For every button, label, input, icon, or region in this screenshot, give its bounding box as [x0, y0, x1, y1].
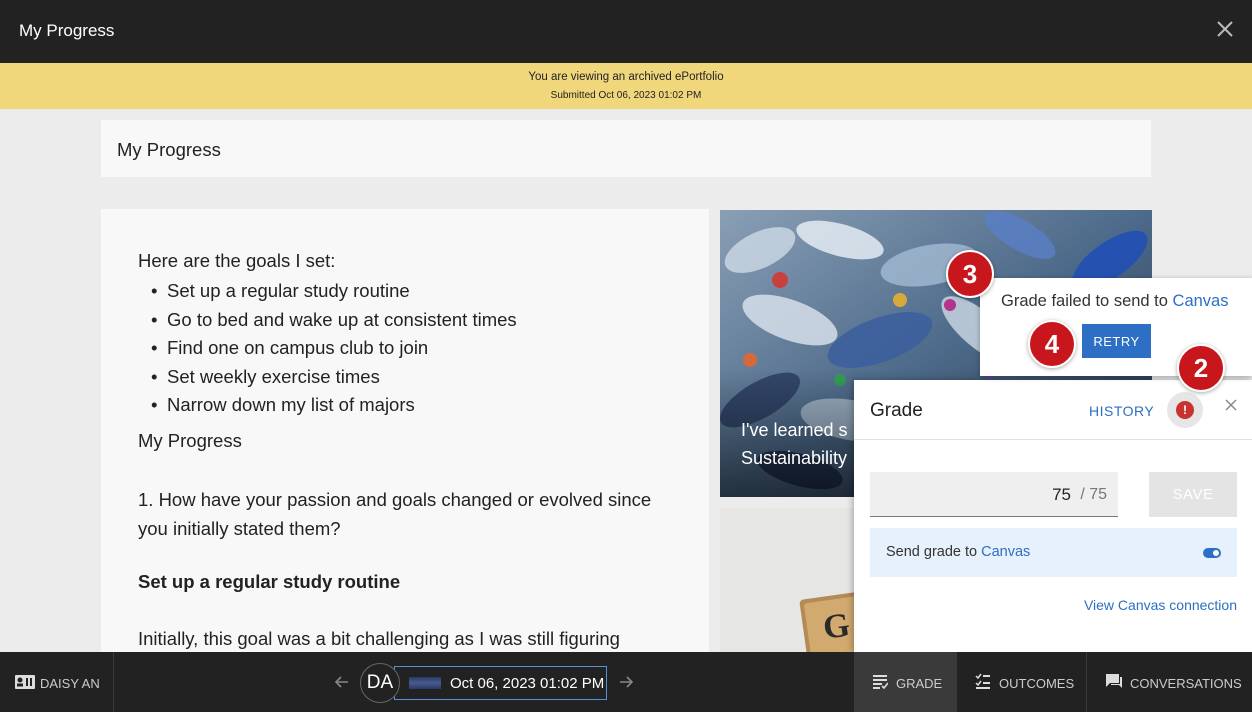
svg-text:G: G	[821, 607, 852, 647]
goal-paragraph: Initially, this goal was a bit challengi…	[138, 628, 620, 649]
caption-line: I've learned s	[741, 420, 848, 440]
page-title: My Progress	[117, 139, 221, 160]
chat-bubble-icon	[1106, 674, 1122, 688]
section-subheading: My Progress	[138, 430, 242, 451]
outcomes-checklist-icon	[975, 673, 990, 689]
tab-conversations[interactable]: CONVERSATIONS	[1088, 652, 1252, 712]
score-value: 75	[1052, 485, 1071, 504]
bottom-bar: DAISY AN Oct 06, 2023 01:02 PM DA GRADE …	[0, 652, 1252, 712]
avatar: DA	[360, 663, 400, 703]
list-item: Go to bed and wake up at consistent time…	[151, 306, 517, 335]
grade-error-button[interactable]: !	[1167, 392, 1203, 428]
list-item: Find one on campus club to join	[151, 334, 517, 363]
reflection-question: 1. How have your passion and goals chang…	[138, 489, 652, 539]
max-score: / 75	[1080, 486, 1107, 503]
page-header: My Progress	[101, 120, 1151, 177]
goal-heading: Set up a regular study routine	[138, 571, 401, 592]
tab-label: OUTCOMES	[999, 676, 1075, 691]
error-message: Grade failed to send to Canvas	[1001, 292, 1228, 311]
callout-badge-4: 4	[1028, 320, 1076, 368]
student-card-icon	[15, 675, 35, 689]
window-title: My Progress	[19, 21, 115, 40]
close-icon[interactable]	[1223, 397, 1239, 413]
submission-date: Oct 06, 2023 01:02 PM	[450, 675, 605, 692]
list-item: Narrow down my list of majors	[151, 391, 517, 420]
send-grade-text: Send grade to	[886, 544, 982, 560]
callout-badge-2: 2	[1177, 344, 1225, 392]
divider	[854, 439, 1252, 440]
grade-list-icon	[873, 675, 888, 689]
canvas-link[interactable]: Canvas	[1173, 292, 1229, 310]
view-canvas-connection-link[interactable]: View Canvas connection	[1084, 597, 1237, 613]
send-grade-toggle[interactable]	[1203, 548, 1221, 558]
caption-line: Sustainability	[741, 448, 848, 468]
canvas-link[interactable]: Canvas	[981, 544, 1030, 560]
goals-list: Set up a regular study routine Go to bed…	[151, 277, 517, 420]
save-button[interactable]: SAVE	[1149, 472, 1237, 517]
close-icon[interactable]	[1214, 18, 1236, 40]
tab-label: CONVERSATIONS	[1130, 676, 1242, 691]
callout-badge-3: 3	[946, 250, 994, 298]
tab-grade[interactable]: GRADE	[854, 652, 957, 712]
retry-button[interactable]: RETRY	[1082, 324, 1151, 358]
goals-intro: Here are the goals I set:	[138, 250, 336, 271]
arrow-left-icon[interactable]	[333, 673, 351, 691]
history-link[interactable]: HISTORY	[1089, 403, 1154, 419]
image-caption: I've learned s Sustainability	[741, 416, 848, 472]
archive-notice: You are viewing an archived ePortfolio	[528, 71, 724, 83]
student-selector[interactable]: DAISY AN	[0, 652, 114, 712]
list-item: Set up a regular study routine	[151, 277, 517, 306]
submission-date-selector[interactable]: Oct 06, 2023 01:02 PM	[394, 666, 607, 700]
grade-panel-title: Grade	[870, 400, 923, 421]
tab-label: GRADE	[896, 676, 943, 691]
submitted-date: Submitted Oct 06, 2023 01:02 PM	[550, 90, 702, 101]
error-icon: !	[1176, 401, 1194, 419]
archive-banner: You are viewing an archived ePortfolio S…	[0, 63, 1252, 109]
score-input[interactable]: 75 / 75	[870, 472, 1118, 517]
error-text: Grade failed to send to	[1001, 292, 1173, 310]
arrow-right-icon[interactable]	[617, 673, 635, 691]
top-bar: My Progress	[0, 0, 1252, 63]
text-card: Here are the goals I set: Set up a regul…	[101, 209, 709, 652]
submission-thumbnail	[409, 677, 441, 689]
send-grade-row: Send grade to Canvas	[870, 528, 1237, 577]
tab-outcomes[interactable]: OUTCOMES	[957, 652, 1087, 712]
grade-panel: Grade HISTORY ! 75 / 75 SAVE Send grade …	[854, 380, 1252, 652]
student-name: DAISY AN	[40, 676, 100, 691]
list-item: Set weekly exercise times	[151, 363, 517, 392]
send-grade-label: Send grade to Canvas	[886, 544, 1030, 560]
